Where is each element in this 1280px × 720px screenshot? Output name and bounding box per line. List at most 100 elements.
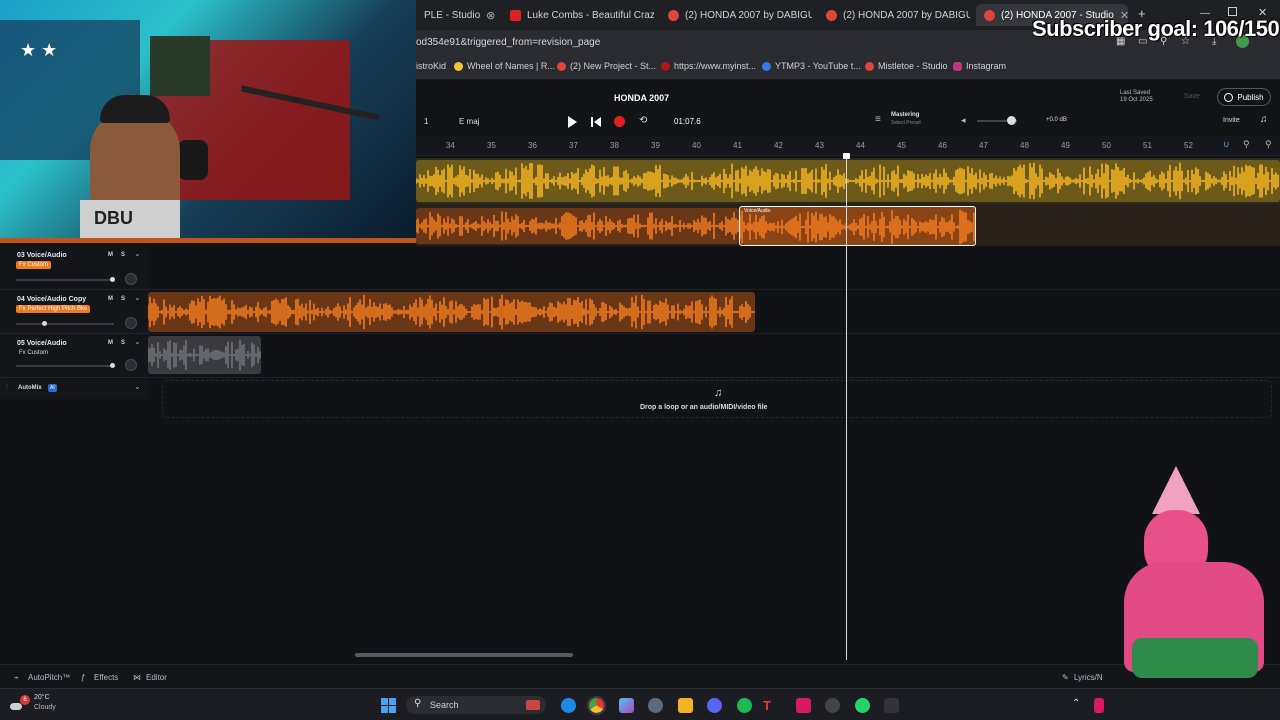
tray-icon[interactable]: [1094, 698, 1104, 713]
speaker-icon[interactable]: ◂: [961, 115, 966, 126]
fx-badge[interactable]: Fx Custom: [16, 261, 52, 269]
audio-clip-orange[interactable]: [148, 292, 755, 332]
horizontal-scrollbar[interactable]: [355, 653, 573, 657]
master-volume-slider[interactable]: [977, 116, 1017, 125]
whatsapp-icon[interactable]: [855, 698, 870, 713]
record-button[interactable]: [614, 116, 625, 127]
zoom-out-icon[interactable]: ⚲: [1243, 139, 1250, 150]
play-button[interactable]: [567, 115, 577, 128]
browser-tab[interactable]: (2) HONDA 2007 by DABIGUC ✕: [660, 4, 812, 26]
audio-clip-orange[interactable]: [416, 208, 739, 244]
fx-badge[interactable]: Fx Custom: [16, 349, 51, 357]
folder-icon[interactable]: [678, 698, 693, 713]
maximize-icon[interactable]: [1228, 7, 1237, 16]
audio-clip-muted[interactable]: [148, 336, 261, 374]
bookmark[interactable]: Mistletoe - Studio: [865, 61, 948, 71]
mute-button[interactable]: M: [108, 252, 113, 258]
chevron-up-icon[interactable]: ⌃: [1072, 698, 1080, 709]
browser-tab[interactable]: PLE - Studio ⊗: [416, 4, 502, 26]
invite-button[interactable]: Invite: [1223, 117, 1240, 124]
browser-tab[interactable]: Luke Combs - Beautiful Crazy ( ✕: [502, 4, 654, 26]
ruler-tick: 44: [856, 141, 865, 150]
tiktok-icon[interactable]: [796, 698, 811, 713]
mute-button[interactable]: M: [108, 296, 113, 302]
bookmark[interactable]: Wheel of Names | R...: [454, 61, 555, 71]
chevron-down-icon[interactable]: ⌄: [134, 382, 141, 391]
copilot-icon[interactable]: [619, 698, 634, 713]
solo-button[interactable]: S: [121, 252, 125, 258]
solo-button[interactable]: S: [121, 340, 125, 346]
discord-icon[interactable]: [707, 698, 722, 713]
studio-icon: [668, 9, 679, 21]
track-lane-5[interactable]: [148, 334, 1280, 378]
volume-slider[interactable]: [16, 277, 115, 282]
lyrics-button[interactable]: Lyrics/N: [1074, 673, 1103, 682]
automix-label: AutoMix: [18, 385, 42, 391]
ruler-tick: 43: [815, 141, 824, 150]
track-header[interactable]: 03 Voice/Audio Fx Custom M S ⌄: [0, 246, 148, 290]
mute-button[interactable]: M: [108, 340, 113, 346]
pan-knob[interactable]: [125, 273, 137, 285]
editor-button[interactable]: Editor: [146, 673, 167, 682]
key-selector[interactable]: E maj: [459, 117, 479, 126]
loop-icon[interactable]: ⟲: [639, 115, 647, 126]
taskbar-search[interactable]: ⚲ Search: [406, 696, 546, 714]
chevron-down-icon[interactable]: ⌄: [134, 293, 141, 302]
playhead[interactable]: [846, 156, 847, 660]
solo-button[interactable]: S: [121, 296, 125, 302]
track-lane-4[interactable]: [148, 290, 1280, 334]
effects-icon: ƒ: [81, 673, 86, 682]
bookmark[interactable]: Instagram: [953, 61, 1006, 71]
studio-icon: [865, 61, 874, 71]
mastering-preset[interactable]: Select Preset: [891, 120, 921, 126]
track-lane-3[interactable]: [148, 246, 1280, 290]
autopitch-button[interactable]: AutoPitch™: [28, 673, 70, 682]
webcam-overlay-2: [1102, 462, 1280, 688]
ruler-tick: 47: [979, 141, 988, 150]
track-lane-1[interactable]: [416, 158, 1280, 204]
chevron-down-icon[interactable]: ⌄: [134, 249, 141, 258]
close-icon[interactable]: ⊗: [486, 9, 495, 22]
volume-slider[interactable]: [16, 363, 115, 368]
selected-audio-clip[interactable]: Voice/Audio: [739, 206, 976, 246]
zoom-in-icon[interactable]: ⚲: [1265, 139, 1272, 150]
effects-button[interactable]: Effects: [94, 673, 118, 682]
bookmark[interactable]: (2) New Project - St...: [557, 61, 656, 71]
snap-icon[interactable]: ∪: [1223, 139, 1230, 150]
rewind-button[interactable]: [591, 115, 601, 127]
save-button[interactable]: Save: [1184, 93, 1200, 100]
track-header[interactable]: 04 Voice/Audio Copy Fx Perfect High Pitc…: [0, 290, 148, 334]
obs-icon[interactable]: [825, 698, 840, 713]
playhead-handle[interactable]: [843, 153, 850, 159]
weather-widget[interactable]: 6: [10, 695, 30, 713]
track-header[interactable]: 05 Voice/Audio Fx Custom M S ⌄: [0, 334, 148, 378]
t-app-icon[interactable]: T: [763, 698, 778, 713]
fx-badge[interactable]: Fx Perfect High Pitch Bks: [16, 305, 91, 313]
automix-header[interactable]: ⫶ AutoMix AI ⌄: [0, 380, 148, 398]
tab-label: PLE - Studio: [424, 9, 481, 21]
bookmark[interactable]: YTMP3 - YouTube t...: [762, 61, 861, 71]
audio-clip-yellow[interactable]: [416, 160, 1280, 202]
volume-slider[interactable]: [16, 321, 114, 326]
spotify-icon[interactable]: [737, 698, 752, 713]
bell-icon[interactable]: ♫: [1260, 114, 1268, 125]
browser-tab[interactable]: (2) HONDA 2007 by DABIGUC ✕: [818, 4, 970, 26]
pan-knob[interactable]: [125, 317, 137, 329]
track-lane-2[interactable]: Voice/Audio: [416, 204, 1280, 246]
settings-icon[interactable]: [648, 698, 663, 713]
bookmark[interactable]: istroKid: [416, 61, 446, 71]
chrome-icon[interactable]: [587, 696, 606, 715]
pan-knob[interactable]: [125, 359, 137, 371]
windows-start-icon[interactable]: [381, 698, 396, 713]
mastering-label[interactable]: Mastering: [891, 112, 919, 118]
volume-handle[interactable]: [1007, 116, 1016, 125]
bar-number[interactable]: 1: [424, 117, 428, 126]
drop-zone[interactable]: ♫ Drop a loop or an audio/MIDI/video fil…: [162, 380, 1272, 418]
calculator-icon[interactable]: [884, 698, 899, 713]
bookmark[interactable]: https://www.myinst...: [661, 61, 756, 71]
url-text[interactable]: od354e91&triggered_from=revision_page: [416, 37, 600, 48]
edge-icon[interactable]: [561, 698, 576, 713]
publish-button[interactable]: Publish: [1217, 88, 1271, 106]
project-title[interactable]: HONDA 2007: [614, 93, 669, 103]
chevron-down-icon[interactable]: ⌄: [134, 337, 141, 346]
